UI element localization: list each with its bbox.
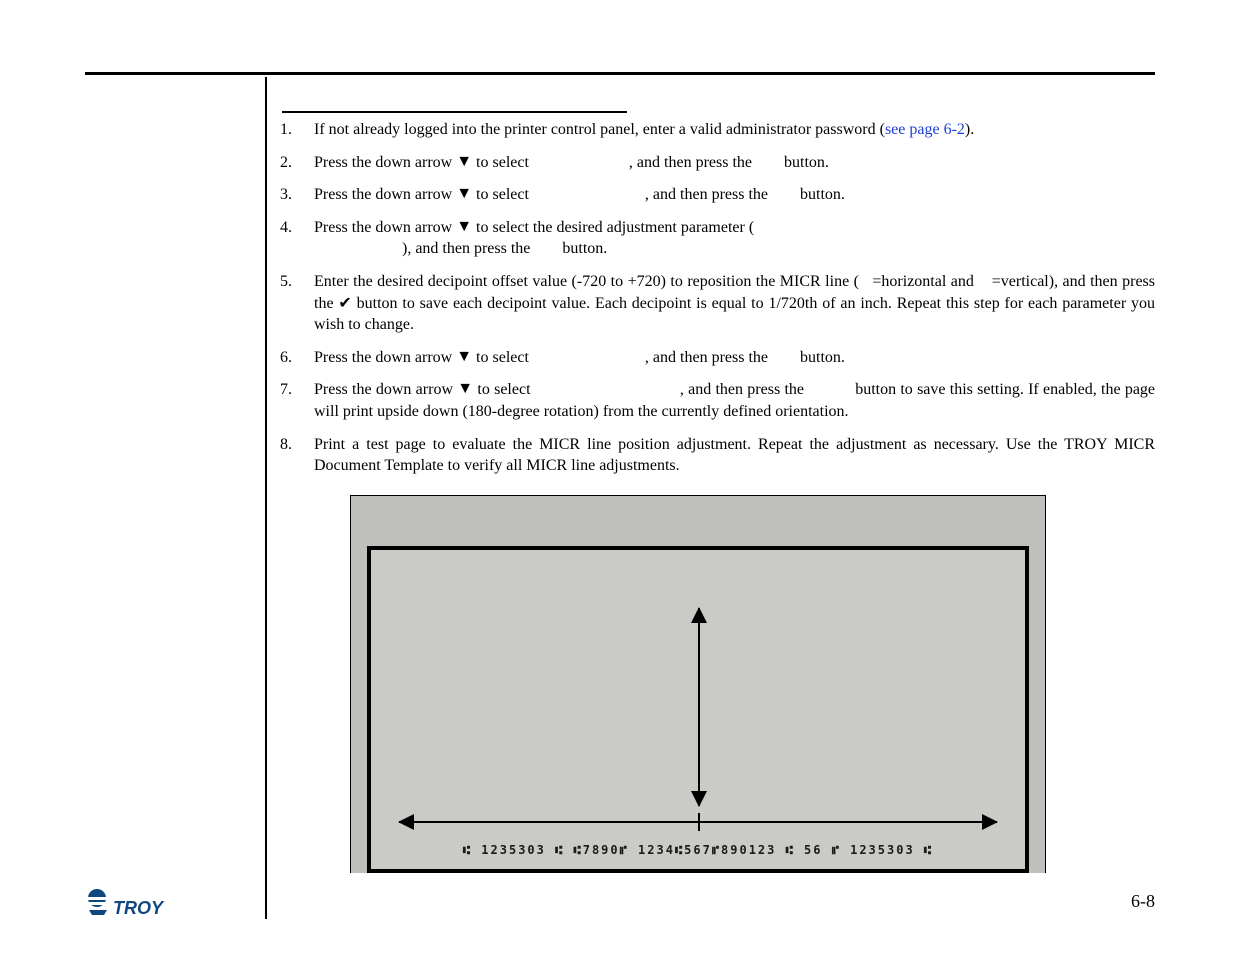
main-content: 1. If not already logged into the printe…	[280, 90, 1155, 873]
section-title-underline	[282, 90, 627, 113]
step-text: button.	[562, 240, 607, 257]
step-text: , and then press the	[645, 349, 772, 366]
header-rule	[85, 72, 1155, 75]
list-number: 1.	[280, 119, 304, 141]
step-text: Print a test page to evaluate the MICR l…	[314, 434, 1155, 477]
step-text: button to save each decipoint value. Eac…	[314, 295, 1155, 334]
step-2: 2. Press the down arrow ▼ to select , an…	[280, 152, 1155, 174]
step-text: to select	[472, 349, 533, 366]
arrow-center-tick	[698, 813, 700, 831]
down-arrow-icon: ▼	[456, 151, 472, 173]
step-text: button.	[800, 186, 845, 203]
step-6: 6. Press the down arrow ▼ to select , an…	[280, 347, 1155, 369]
step-8: 8. Print a test page to evaluate the MIC…	[280, 434, 1155, 477]
svg-text:TROY: TROY	[113, 898, 165, 918]
step-text: , and then press the	[680, 381, 808, 398]
down-arrow-icon: ▼	[457, 378, 473, 400]
step-text: =horizontal and	[872, 273, 978, 290]
page-number: 6-8	[1131, 891, 1155, 912]
step-text: Press the down arrow	[314, 186, 456, 203]
step-5: 5. Enter the desired decipoint offset va…	[280, 271, 1155, 336]
step-1: 1. If not already logged into the printe…	[280, 119, 1155, 141]
step-text: button.	[800, 349, 845, 366]
down-arrow-icon: ▼	[456, 346, 472, 368]
micr-line-text: ⑆ 1235303 ⑆ ⑆7890⑈ 1234⑆567⑈890123 ⑆ 56 …	[395, 843, 1001, 857]
step-text: to select	[472, 186, 533, 203]
instruction-list: 1. If not already logged into the printe…	[280, 119, 1155, 477]
step-text: button.	[784, 154, 829, 171]
step-text: Press the down arrow	[314, 349, 456, 366]
down-arrow-icon: ▼	[456, 183, 472, 205]
checkmark-icon: ✔	[338, 295, 351, 312]
micr-adjustment-figure: ⑆ 1235303 ⑆ ⑆7890⑈ 1234⑆567⑈890123 ⑆ 56 …	[350, 495, 1046, 873]
step-text: to select	[473, 381, 535, 398]
step-4: 4. Press the down arrow ▼ to select the …	[280, 217, 1155, 260]
troy-logo: TROY	[85, 884, 185, 924]
step-text: Press the down arrow	[314, 154, 456, 171]
vertical-arrow-icon	[698, 608, 700, 806]
step-text: ), and then press the	[402, 240, 534, 257]
step-text: , and then press the	[629, 154, 756, 171]
page-footer: TROY 6-8	[85, 884, 1155, 924]
step-text: Press the down arrow	[314, 381, 457, 398]
list-number: 3.	[280, 184, 304, 206]
list-number: 4.	[280, 217, 304, 239]
list-number: 2.	[280, 152, 304, 174]
step-text: If not already logged into the printer c…	[314, 121, 885, 138]
step-3: 3. Press the down arrow ▼ to select , an…	[280, 184, 1155, 206]
list-number: 5.	[280, 271, 304, 293]
step-text: to select	[472, 154, 533, 171]
step-text: to select the desired adjustment paramet…	[472, 219, 754, 236]
step-text: ).	[965, 121, 974, 138]
list-number: 8.	[280, 434, 304, 456]
sidebar-divider	[265, 77, 267, 919]
step-text: Enter the desired decipoint offset value…	[314, 273, 859, 290]
step-text: Press the down arrow	[314, 219, 456, 236]
check-outline: ⑆ 1235303 ⑆ ⑆7890⑈ 1234⑆567⑈890123 ⑆ 56 …	[367, 546, 1029, 873]
step-7: 7. Press the down arrow ▼ to select , an…	[280, 379, 1155, 422]
list-number: 6.	[280, 347, 304, 369]
down-arrow-icon: ▼	[456, 216, 472, 238]
page-reference-link[interactable]: see page 6-2	[885, 121, 965, 138]
list-number: 7.	[280, 379, 304, 401]
step-text: , and then press the	[645, 186, 772, 203]
